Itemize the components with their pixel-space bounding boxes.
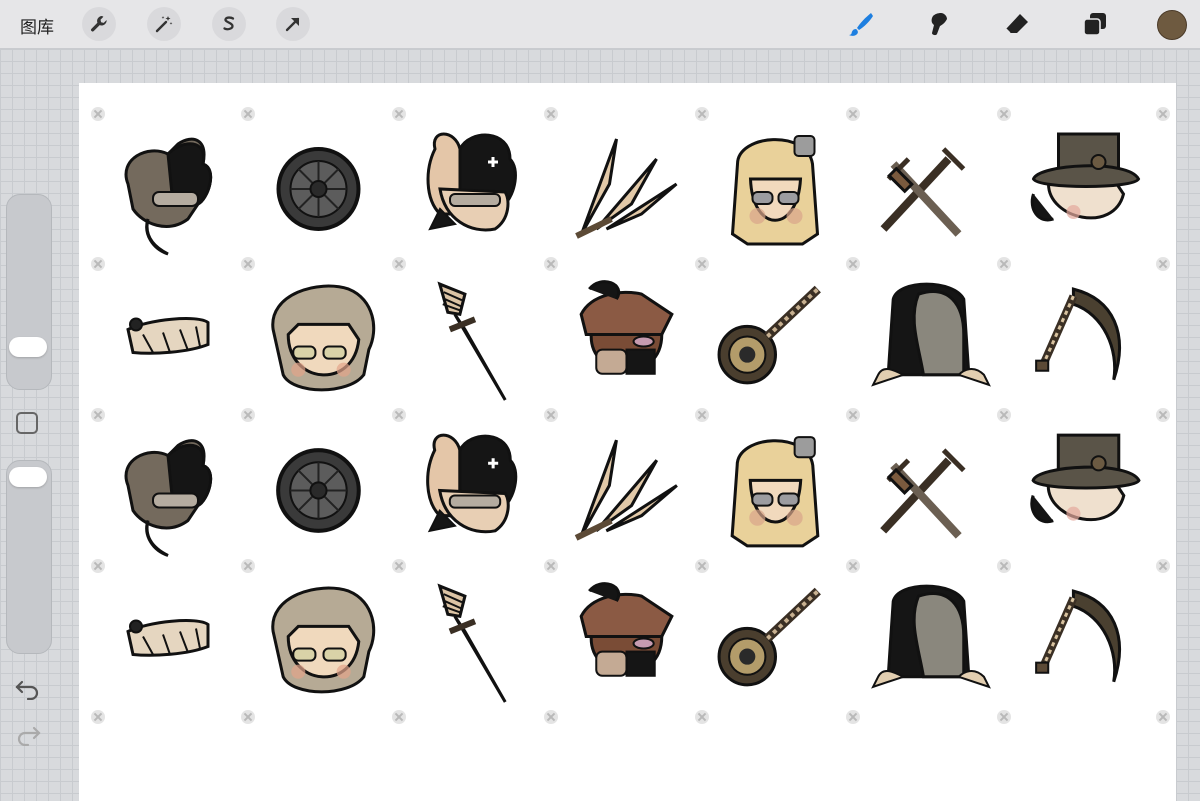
sticker-bandage-scarf — [108, 576, 238, 707]
sticker-claw-blades — [561, 425, 692, 556]
crop-mark — [241, 408, 255, 422]
sticker-scythe — [1014, 274, 1153, 405]
magic-wand-icon[interactable] — [147, 7, 181, 41]
crop-mark — [695, 107, 709, 121]
sticker-curly-hair-head — [258, 576, 389, 707]
crop-mark — [241, 710, 255, 724]
crop-mark — [544, 408, 558, 422]
crop-mark — [91, 107, 105, 121]
left-sidebar — [0, 188, 56, 778]
brush-icon[interactable] — [847, 10, 875, 38]
crop-mark — [392, 559, 406, 573]
sticker-curly-hair-head — [258, 274, 389, 405]
crop-mark — [91, 710, 105, 724]
crop-mark — [1156, 710, 1170, 724]
crop-mark — [997, 559, 1011, 573]
top-toolbar: 图库 — [0, 0, 1200, 49]
crop-mark — [846, 107, 860, 121]
crop-mark — [544, 257, 558, 271]
crop-mark — [997, 408, 1011, 422]
crop-mark — [91, 559, 105, 573]
layers-icon[interactable] — [1081, 10, 1109, 38]
gallery-button[interactable]: 图库 — [20, 13, 54, 38]
sticker-plague-doctor-head — [409, 124, 541, 254]
crop-mark — [241, 559, 255, 573]
opacity-thumb[interactable] — [9, 467, 47, 487]
sticker-cross-daggers — [863, 425, 994, 556]
crop-mark — [392, 408, 406, 422]
crop-mark — [997, 107, 1011, 121]
crop-mark — [997, 257, 1011, 271]
crop-mark — [392, 710, 406, 724]
crop-mark — [1156, 257, 1170, 271]
sticker-cross-daggers — [863, 124, 994, 254]
sticker-plague-doctor-head — [409, 425, 541, 556]
sticker-bandage-scarf — [108, 274, 238, 405]
sticker-tall-dagger — [409, 576, 541, 707]
transform-arrow-icon[interactable] — [276, 7, 310, 41]
sticker-pirate-hat-head — [561, 274, 692, 405]
crop-mark — [392, 107, 406, 121]
crop-mark — [1156, 559, 1170, 573]
sticker-wheel — [258, 425, 389, 556]
brush-size-thumb[interactable] — [9, 337, 47, 357]
wrench-icon[interactable] — [82, 7, 116, 41]
crop-mark — [846, 408, 860, 422]
crop-mark — [544, 710, 558, 724]
opacity-slider[interactable] — [6, 460, 52, 654]
brush-size-slider[interactable] — [6, 194, 52, 390]
crop-mark — [695, 408, 709, 422]
sticker-tophat-head — [1014, 124, 1153, 254]
sticker-pirate-hat-head — [561, 576, 692, 707]
crop-mark — [997, 710, 1011, 724]
crop-mark — [544, 107, 558, 121]
sticker-tophat-head — [1014, 425, 1153, 556]
crop-mark — [91, 408, 105, 422]
current-color-swatch[interactable] — [1157, 10, 1187, 40]
sticker-blonde-man-head — [712, 425, 843, 556]
sticker-scythe — [1014, 576, 1153, 707]
crop-mark — [1156, 408, 1170, 422]
sticker-blonde-man-head — [712, 124, 843, 254]
crop-mark — [241, 107, 255, 121]
crop-mark — [544, 559, 558, 573]
modify-button[interactable] — [16, 412, 38, 434]
crop-mark — [241, 257, 255, 271]
selection-s-icon[interactable] — [212, 7, 246, 41]
crop-mark — [846, 559, 860, 573]
sticker-claw-blades — [561, 124, 692, 254]
sticker-tall-dagger — [409, 274, 541, 405]
crop-mark — [91, 257, 105, 271]
crop-mark — [846, 710, 860, 724]
undo-button[interactable] — [14, 676, 42, 701]
sticker-masked-figure-head — [108, 425, 238, 557]
crop-mark — [695, 257, 709, 271]
sticker-hood-cloak — [863, 274, 994, 405]
sticker-round-mace — [712, 576, 843, 707]
crop-mark — [392, 257, 406, 271]
smudge-icon[interactable] — [925, 10, 953, 38]
eraser-icon[interactable] — [1003, 10, 1031, 38]
sticker-hood-cloak — [863, 576, 994, 707]
drawing-canvas[interactable] — [79, 83, 1176, 801]
sticker-masked-figure-head — [108, 124, 238, 256]
sticker-round-mace — [712, 274, 843, 405]
crop-mark — [846, 257, 860, 271]
crop-mark — [1156, 107, 1170, 121]
redo-button[interactable] — [14, 722, 42, 747]
sticker-wheel — [258, 124, 389, 254]
crop-mark — [695, 559, 709, 573]
crop-mark — [695, 710, 709, 724]
